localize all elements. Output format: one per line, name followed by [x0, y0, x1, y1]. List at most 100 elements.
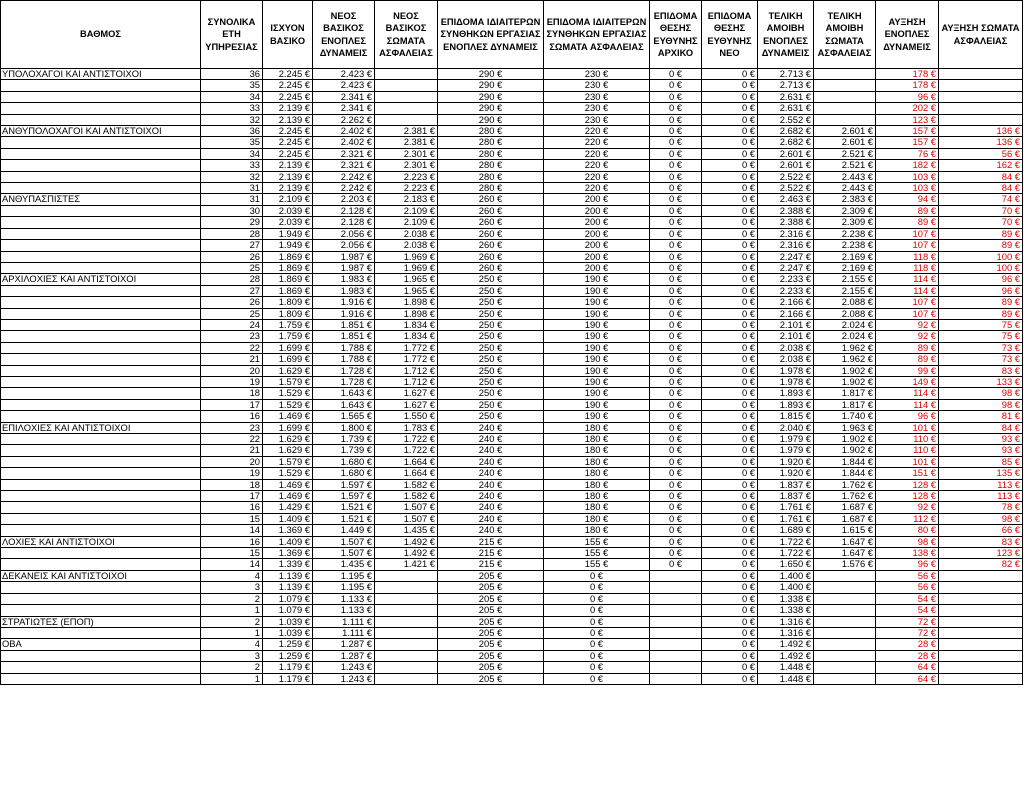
- final-armed-cell[interactable]: 1.492 €: [757, 638, 814, 651]
- new-basic-security-cell[interactable]: 1.550 €: [374, 410, 438, 423]
- grade-cell[interactable]: [0, 478, 201, 492]
- position-new-cell[interactable]: 0 €: [701, 375, 758, 389]
- years-cell[interactable]: 4: [200, 569, 263, 583]
- allowance-security-cell[interactable]: 0 €: [543, 649, 650, 663]
- allowance-armed-cell[interactable]: 260 €: [437, 227, 544, 241]
- position-initial-cell[interactable]: 0 €: [649, 432, 702, 446]
- position-initial-cell[interactable]: 0 €: [649, 136, 702, 149]
- header-cell-new-basic-security[interactable]: ΝΕΟΣ ΒΑΣΙΚΟΣ ΣΩΜΑΤΑ ΑΣΦΑΛΕΙΑΣ: [374, 0, 438, 69]
- allowance-armed-cell[interactable]: 250 €: [437, 318, 544, 332]
- new-basic-armed-cell[interactable]: 1.565 €: [312, 410, 375, 423]
- allowance-armed-cell[interactable]: 290 €: [437, 90, 544, 104]
- new-basic-armed-cell[interactable]: 1.449 €: [312, 524, 375, 537]
- position-initial-cell[interactable]: 0 €: [649, 558, 702, 571]
- current-basic-cell[interactable]: 1.139 €: [262, 569, 313, 583]
- position-new-cell[interactable]: 0 €: [701, 581, 758, 594]
- position-new-cell[interactable]: 0 €: [701, 478, 758, 492]
- position-new-cell[interactable]: 0 €: [701, 296, 758, 309]
- allowance-armed-cell[interactable]: 205 €: [437, 581, 544, 594]
- position-new-cell[interactable]: 0 €: [701, 661, 758, 674]
- allowance-security-cell[interactable]: 180 €: [543, 501, 650, 514]
- final-armed-cell[interactable]: 2.316 €: [757, 239, 814, 252]
- years-cell[interactable]: 15: [200, 547, 263, 560]
- increase-security-cell[interactable]: 96 €: [938, 284, 1023, 298]
- new-basic-armed-cell[interactable]: 1.243 €: [312, 661, 375, 674]
- new-basic-security-cell[interactable]: 1.965 €: [374, 284, 438, 298]
- years-cell[interactable]: 24: [200, 318, 263, 332]
- years-cell[interactable]: 33: [200, 159, 263, 172]
- increase-armed-cell[interactable]: 182 €: [875, 159, 939, 172]
- increase-security-cell[interactable]: [938, 79, 1023, 92]
- new-basic-armed-cell[interactable]: 2.402 €: [312, 136, 375, 149]
- years-cell[interactable]: 23: [200, 330, 263, 343]
- allowance-security-cell[interactable]: 190 €: [543, 318, 650, 332]
- position-new-cell[interactable]: 0 €: [701, 558, 758, 571]
- new-basic-security-cell[interactable]: 2.223 €: [374, 170, 438, 184]
- allowance-armed-cell[interactable]: 250 €: [437, 330, 544, 343]
- final-armed-cell[interactable]: 2.247 €: [757, 250, 814, 263]
- allowance-security-cell[interactable]: 230 €: [543, 113, 650, 127]
- grade-cell[interactable]: [0, 204, 201, 218]
- new-basic-security-cell[interactable]: 2.381 €: [374, 136, 438, 149]
- current-basic-cell[interactable]: 1.629 €: [262, 444, 313, 457]
- current-basic-cell[interactable]: 2.245 €: [262, 90, 313, 104]
- years-cell[interactable]: 33: [200, 102, 263, 115]
- increase-security-cell[interactable]: 74 €: [938, 193, 1023, 206]
- position-new-cell[interactable]: 0 €: [701, 410, 758, 423]
- position-new-cell[interactable]: 0 €: [701, 147, 758, 161]
- position-initial-cell[interactable]: 0 €: [649, 113, 702, 127]
- new-basic-security-cell[interactable]: 2.183 €: [374, 193, 438, 206]
- increase-security-cell[interactable]: 100 €: [938, 250, 1023, 263]
- header-cell-final-armed[interactable]: ΤΕΛΙΚΗ ΑΜΟΙΒΗ ΕΝΟΠΛΕΣ ΔΥΝΑΜΕΙΣ: [757, 0, 814, 69]
- position-initial-cell[interactable]: 0 €: [649, 318, 702, 332]
- years-cell[interactable]: 2: [200, 592, 263, 606]
- position-new-cell[interactable]: 0 €: [701, 649, 758, 663]
- increase-security-cell[interactable]: 70 €: [938, 216, 1023, 229]
- increase-armed-cell[interactable]: 202 €: [875, 102, 939, 115]
- years-cell[interactable]: 3: [200, 649, 263, 663]
- grade-cell[interactable]: [0, 330, 201, 343]
- final-armed-cell[interactable]: 2.166 €: [757, 296, 814, 309]
- increase-armed-cell[interactable]: 96 €: [875, 558, 939, 571]
- increase-armed-cell[interactable]: 157 €: [875, 136, 939, 149]
- increase-armed-cell[interactable]: 28 €: [875, 649, 939, 663]
- new-basic-armed-cell[interactable]: 1.987 €: [312, 250, 375, 263]
- position-new-cell[interactable]: 0 €: [701, 273, 758, 286]
- current-basic-cell[interactable]: 1.529 €: [262, 398, 313, 412]
- grade-cell[interactable]: [0, 547, 201, 560]
- allowance-security-cell[interactable]: 190 €: [543, 387, 650, 400]
- grade-cell[interactable]: [0, 296, 201, 309]
- position-new-cell[interactable]: 0 €: [701, 490, 758, 503]
- position-initial-cell[interactable]: [649, 592, 702, 606]
- grade-cell[interactable]: [0, 182, 201, 195]
- final-armed-cell[interactable]: 1.400 €: [757, 581, 814, 594]
- new-basic-armed-cell[interactable]: 1.983 €: [312, 273, 375, 286]
- allowance-armed-cell[interactable]: 290 €: [437, 79, 544, 92]
- position-initial-cell[interactable]: 0 €: [649, 398, 702, 412]
- final-security-cell[interactable]: 2.309 €: [813, 216, 876, 229]
- allowance-armed-cell[interactable]: 205 €: [437, 615, 544, 628]
- current-basic-cell[interactable]: 1.579 €: [262, 375, 313, 389]
- increase-armed-cell[interactable]: 98 €: [875, 535, 939, 549]
- current-basic-cell[interactable]: 1.079 €: [262, 592, 313, 606]
- final-armed-cell[interactable]: 1.893 €: [757, 387, 814, 400]
- header-cell-allowance-armed[interactable]: ΕΠΙΔΟΜΑ ΙΔΙΑΙΤΕΡΩΝ ΣΥΝΘΗΚΩΝ ΕΡΓΑΣΙΑΣ ΕΝΟ…: [437, 0, 544, 69]
- position-initial-cell[interactable]: [649, 638, 702, 651]
- new-basic-security-cell[interactable]: 1.772 €: [374, 353, 438, 366]
- new-basic-security-cell[interactable]: 1.627 €: [374, 398, 438, 412]
- allowance-armed-cell[interactable]: 250 €: [437, 398, 544, 412]
- increase-armed-cell[interactable]: 54 €: [875, 604, 939, 617]
- years-cell[interactable]: 17: [200, 398, 263, 412]
- position-new-cell[interactable]: 0 €: [701, 318, 758, 332]
- final-armed-cell[interactable]: 2.101 €: [757, 330, 814, 343]
- position-initial-cell[interactable]: 0 €: [649, 501, 702, 514]
- position-initial-cell[interactable]: 0 €: [649, 296, 702, 309]
- new-basic-security-cell[interactable]: 1.969 €: [374, 261, 438, 275]
- increase-armed-cell[interactable]: 114 €: [875, 273, 939, 286]
- new-basic-security-cell[interactable]: 1.783 €: [374, 421, 438, 435]
- grade-cell[interactable]: [0, 672, 201, 685]
- position-new-cell[interactable]: 0 €: [701, 193, 758, 206]
- new-basic-armed-cell[interactable]: 2.341 €: [312, 90, 375, 104]
- grade-cell[interactable]: [0, 558, 201, 571]
- allowance-armed-cell[interactable]: 215 €: [437, 535, 544, 549]
